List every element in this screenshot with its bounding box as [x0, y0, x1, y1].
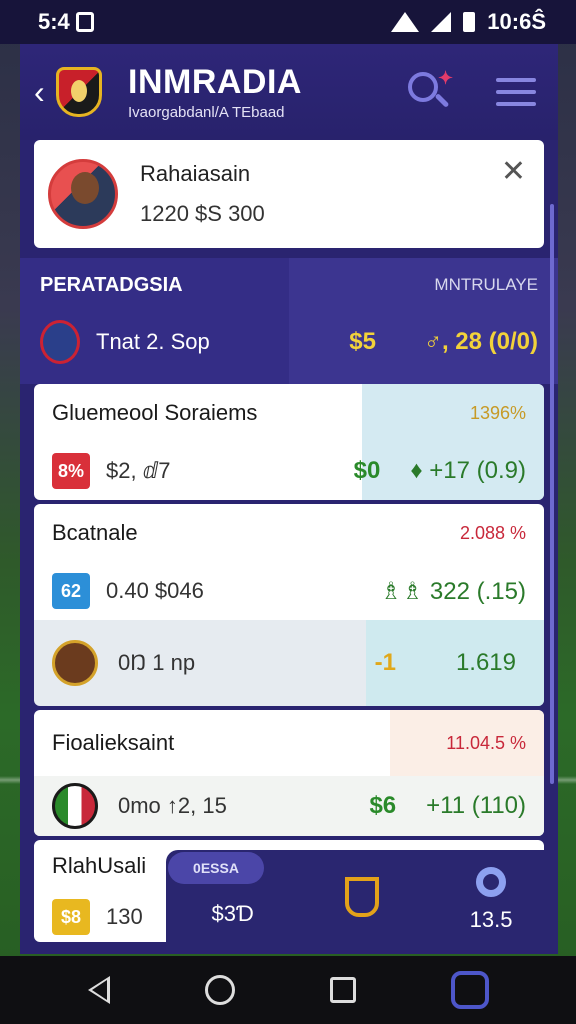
- hamburger-menu-icon[interactable]: [496, 78, 536, 106]
- profile-card[interactable]: Rahaiasain 1220 $S 300 ✕: [34, 140, 544, 248]
- list-item[interactable]: 0Ŋ 1 np -1 1.619: [34, 620, 544, 706]
- app-shortcut-icon[interactable]: [450, 971, 489, 1009]
- item-odds: ♦ +17 (0.9): [410, 457, 526, 484]
- home-circle-icon[interactable]: [204, 975, 235, 1005]
- item-odds: 1.619: [455, 649, 516, 676]
- item-title: RlahUsali: [52, 853, 147, 878]
- app-header: ‹ INMRADIA Ivaorgabdanl/A TEbaad ✦: [20, 44, 558, 140]
- item-title: Bcatnale: [52, 520, 138, 545]
- market-header: PERATADGSIA MNTRULAYE Tnat 2. Sop $5 ♂, …: [20, 258, 558, 384]
- team-logo-icon: [52, 640, 98, 686]
- market-right-label: MNTRULAYE: [434, 275, 538, 294]
- item-badge: 8%: [52, 453, 90, 489]
- market-row-text: Tnat 2. Sop: [96, 329, 210, 354]
- android-nav-bar: [0, 956, 576, 1024]
- status-bar: 5:4 10:6Ŝ: [0, 0, 576, 44]
- list-item[interactable]: Bcatnale 2.088 % 62 0.40 $046 ♗♗ 322 (.1…: [34, 504, 544, 620]
- status-time-right: 10:6Ŝ: [487, 9, 546, 34]
- item-percent: 11.04.5 %: [446, 732, 526, 753]
- item-percent: 1396%: [469, 402, 526, 423]
- item-text: 130: [106, 904, 143, 929]
- market-title: PERATADGSIA: [40, 273, 183, 296]
- market-value: $5: [349, 328, 376, 355]
- item-odds: +11 (110): [426, 792, 526, 819]
- notification-icon: [75, 12, 94, 32]
- club-crest-logo: [56, 67, 102, 117]
- item-percent: 2.088 %: [459, 522, 526, 543]
- item-text: 0.40 $046: [106, 578, 204, 603]
- app-window: ‹ INMRADIA Ivaorgabdanl/A TEbaad ✦ Rahai…: [20, 44, 558, 954]
- list-item[interactable]: Fioalieksaint 11.04.5 % 0mo ↑2, 15 $6 +1…: [34, 710, 544, 836]
- item-value: -1: [374, 649, 396, 676]
- scrollbar[interactable]: [550, 204, 554, 784]
- item-badge: 62: [52, 573, 90, 609]
- back-triangle-icon[interactable]: [87, 976, 110, 1004]
- back-arrow-icon[interactable]: ‹: [34, 74, 56, 111]
- item-title: Fioalieksaint: [52, 730, 175, 755]
- profile-name: Rahaiasain: [140, 161, 251, 186]
- signal-icon: [431, 12, 452, 32]
- profile-balance: 1220 $S 300: [140, 201, 265, 226]
- recent-apps-icon[interactable]: [329, 977, 356, 1003]
- item-odds: ♗♗ 322 (.15): [380, 577, 526, 605]
- close-icon[interactable]: ✕: [501, 154, 526, 189]
- battery-icon: [463, 12, 476, 32]
- team-crest-icon: [40, 320, 80, 364]
- item-value: $0: [353, 457, 381, 484]
- search-icon[interactable]: ✦: [406, 68, 454, 116]
- item-text: $2, ⅆ7: [106, 458, 171, 483]
- item-badge: $8: [52, 899, 90, 935]
- item-title: Gluemeool Soraiems: [52, 400, 258, 425]
- item-value: $6: [369, 792, 397, 819]
- app-title: INMRADIA: [128, 63, 302, 101]
- item-text: 0mo ↑2, 15: [118, 793, 227, 818]
- status-time-left: 5:4: [38, 9, 70, 34]
- team-logo-icon: [52, 783, 98, 829]
- list-item[interactable]: Gluemeool Soraiems 1396% 8% $2, ⅆ7 $0 ♦ …: [34, 384, 544, 500]
- market-odds: ♂, 28 (0/0): [423, 328, 538, 355]
- app-subtitle: Ivaorgabdanl/A TEbaad: [128, 104, 285, 121]
- item-text: 0Ŋ 1 np: [118, 650, 196, 675]
- wifi-icon: [391, 12, 420, 32]
- avatar: [48, 159, 118, 229]
